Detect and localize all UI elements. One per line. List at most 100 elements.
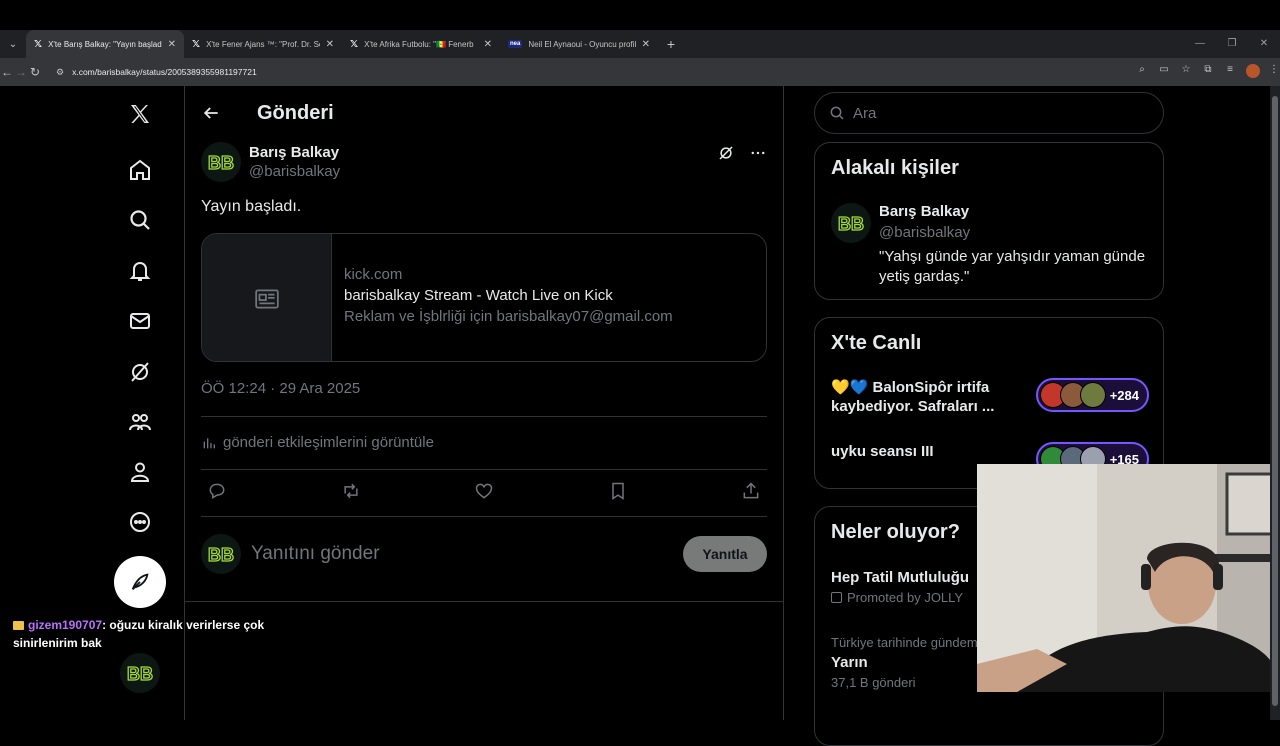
- divider: [201, 416, 767, 417]
- related-handle[interactable]: @barisbalkay: [879, 224, 1151, 241]
- divider: [783, 86, 784, 720]
- url-field[interactable]: ⚙ x.com/barisbalkay/status/2005389355981…: [50, 61, 1130, 83]
- svg-text:BB: BB: [208, 545, 234, 565]
- related-bio: "Yahşı günde yar yahşıdır yaman günde ye…: [879, 248, 1146, 285]
- explore-search-icon[interactable]: [124, 204, 156, 236]
- media-icon[interactable]: ≡: [1224, 64, 1236, 81]
- extensions-icon[interactable]: ⧉: [1202, 64, 1214, 81]
- messages-mail-icon[interactable]: [124, 305, 156, 337]
- new-tab-button[interactable]: +: [658, 36, 684, 52]
- stream-top-bar: [0, 0, 1280, 30]
- compose-post-button[interactable]: [114, 556, 166, 608]
- address-bar: ← → ↻ ⚙ x.com/barisbalkay/status/2005389…: [0, 58, 1280, 86]
- related-people-panel: Alakalı kişiler BB Barış Balkay @barisba…: [814, 142, 1164, 300]
- post-actions: [201, 481, 767, 501]
- bb-logo-icon: BB: [120, 653, 160, 693]
- card-domain: kick.com: [344, 266, 403, 283]
- page-title: Gönderi: [257, 101, 334, 124]
- profile-avatar[interactable]: [1246, 63, 1260, 81]
- listener-avatar: [1079, 382, 1106, 408]
- menu-icon[interactable]: ⋮: [1268, 64, 1280, 81]
- live-item[interactable]: 💛💙 BalonSipôr irtifa kaybediyor. Safrala…: [831, 378, 1149, 416]
- author-name[interactable]: Barış Balkay: [249, 144, 340, 161]
- live-title: uyku seansı III: [831, 443, 934, 460]
- cast-icon[interactable]: ▭: [1158, 64, 1170, 81]
- communities-icon[interactable]: [124, 406, 156, 438]
- search-placeholder: Ara: [853, 104, 877, 122]
- live-listeners-badge[interactable]: +284: [1035, 378, 1149, 412]
- tab-title: X'te Barış Balkay: "Yayın başladı.: [48, 39, 162, 49]
- forward-nav-icon[interactable]: →: [14, 65, 28, 79]
- trend-item[interactable]: Hep Tatil Mutluluğu Promoted by JOLLY: [831, 569, 969, 605]
- author-avatar[interactable]: BB: [201, 142, 241, 182]
- back-nav-icon[interactable]: ←: [0, 65, 14, 79]
- share-icon[interactable]: [739, 481, 763, 501]
- zoom-icon[interactable]: ⌕: [1136, 64, 1148, 81]
- nea-icon: nea: [508, 40, 523, 48]
- minimize-icon[interactable]: —: [1184, 30, 1216, 58]
- card-description: Reklam ve İşblrliği için barisbalkay07@g…: [344, 308, 673, 325]
- panel-title: Neler oluyor?: [831, 521, 960, 543]
- stream-chat-message: gizem190707: oğuzu kiralık verirlerse ço…: [13, 616, 283, 652]
- back-arrow-icon[interactable]: [201, 103, 221, 123]
- analytics-icon: [203, 437, 215, 448]
- grok-icon[interactable]: [124, 356, 156, 388]
- panel-title: Alakalı kişiler: [831, 157, 959, 179]
- restore-icon[interactable]: ❐: [1216, 30, 1248, 58]
- repost-icon[interactable]: [339, 481, 363, 501]
- browser-tab[interactable]: 𝕏 X'te Fener Ajans ™: "Prof. Dr. Se ✕: [184, 30, 342, 58]
- post-timestamp[interactable]: ÖÖ 12:24 · 29 Ara 2025: [201, 380, 360, 397]
- related-name[interactable]: Barış Balkay: [879, 203, 1151, 220]
- x-logo-icon[interactable]: [124, 98, 156, 130]
- close-tab-icon[interactable]: ✕: [326, 39, 334, 50]
- link-card[interactable]: kick.com barisbalkay Stream - Watch Live…: [201, 233, 767, 362]
- reply-button[interactable]: Yanıtla: [683, 536, 767, 572]
- account-avatar[interactable]: BB: [120, 653, 160, 693]
- more-circle-icon[interactable]: [124, 506, 156, 538]
- close-tab-icon[interactable]: ✕: [642, 39, 650, 50]
- browser-tab[interactable]: 𝕏 X'te Afrika Futbolu: "🇸🇳 Fenerb ✕: [342, 30, 500, 58]
- panel-title: X'te Canlı: [831, 332, 922, 354]
- reply-input[interactable]: Yanıtını gönder: [251, 543, 683, 565]
- browser-tab[interactable]: nea Neil El Aynaoui - Oyuncu profili ✕: [500, 30, 658, 58]
- post-header: Gönderi: [185, 86, 783, 140]
- more-options-icon[interactable]: [749, 144, 767, 167]
- x-icon: 𝕏: [192, 38, 201, 50]
- related-person[interactable]: BB Barış Balkay @barisbalkay "Yahşı günd…: [831, 203, 1151, 287]
- url-text: x.com/barisbalkay/status/200538935598119…: [72, 67, 257, 77]
- profile-icon[interactable]: [124, 456, 156, 488]
- author-handle[interactable]: @barisbalkay: [249, 163, 340, 180]
- tab-search-icon[interactable]: ⌄: [0, 30, 26, 58]
- tab-title: X'te Fener Ajans ™: "Prof. Dr. Se: [206, 39, 320, 49]
- trend-item[interactable]: Türkiye tarihinde gündem Yarın 37,1 B gö…: [831, 635, 978, 690]
- close-window-icon[interactable]: ✕: [1248, 30, 1280, 58]
- grok-icon[interactable]: [717, 144, 735, 167]
- tab-title: X'te Afrika Futbolu: "🇸🇳 Fenerb: [364, 39, 474, 49]
- sub-badge-icon: [13, 621, 24, 631]
- like-heart-icon[interactable]: [472, 481, 496, 501]
- live-count: +284: [1109, 387, 1139, 403]
- reload-icon[interactable]: ↻: [28, 65, 42, 79]
- divider: [185, 601, 783, 602]
- bookmark-icon[interactable]: [606, 481, 630, 501]
- close-tab-icon[interactable]: ✕: [168, 39, 176, 50]
- notifications-bell-icon[interactable]: [124, 255, 156, 287]
- related-avatar[interactable]: BB: [831, 203, 871, 243]
- close-tab-icon[interactable]: ✕: [484, 39, 492, 50]
- page-scrollbar[interactable]: [1270, 86, 1280, 720]
- reply-icon[interactable]: [205, 481, 229, 501]
- star-icon[interactable]: ☆: [1180, 64, 1192, 81]
- webcam-person-image: [977, 464, 1280, 692]
- home-icon[interactable]: [124, 154, 156, 186]
- x-icon: 𝕏: [350, 38, 359, 50]
- browser-tab[interactable]: 𝕏 X'te Barış Balkay: "Yayın başladı. ✕: [26, 30, 184, 58]
- tab-title: Neil El Aynaoui - Oyuncu profili: [528, 39, 636, 49]
- site-info-icon[interactable]: ⚙: [56, 67, 64, 78]
- view-analytics-link[interactable]: gönderi etkileşimlerini görüntüle: [201, 434, 434, 451]
- analytics-label: gönderi etkileşimlerini görüntüle: [223, 434, 434, 451]
- search-input[interactable]: Ara: [814, 92, 1164, 134]
- article-icon: [202, 234, 332, 361]
- trend-name: Hep Tatil Mutluluğu: [831, 569, 970, 586]
- post-author[interactable]: BB Barış Balkay @barisbalkay: [201, 142, 340, 182]
- trend-name: Yarın: [831, 654, 868, 671]
